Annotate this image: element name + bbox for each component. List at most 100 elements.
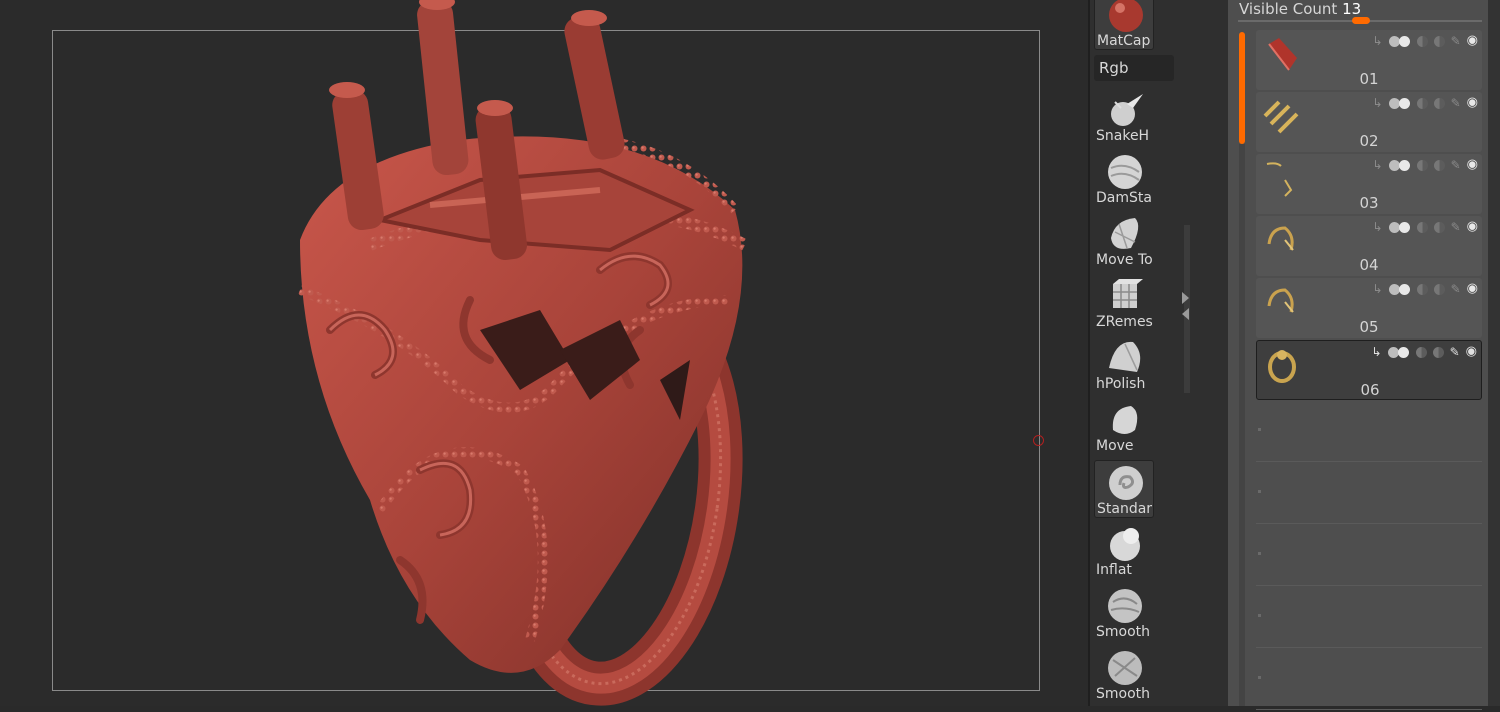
- polypaint-toggle-icon[interactable]: [1416, 35, 1428, 47]
- slot-marker: [1258, 552, 1261, 555]
- matcap-label: MatCap: [1097, 33, 1151, 49]
- subtool-name: 05: [1359, 318, 1379, 336]
- polypaint-toggle-icon[interactable]: [1416, 221, 1428, 233]
- subtool-row[interactable]: ↳ ✎ ◉ 01: [1256, 30, 1482, 90]
- color-mode-button[interactable]: Rgb: [1094, 55, 1174, 81]
- subtool-row-toggles: ↳ ✎ ◉: [1373, 156, 1478, 174]
- subtool-row-toggles: ↳ ✎ ◉: [1372, 343, 1477, 361]
- brush-paint-icon[interactable]: ✎: [1451, 282, 1461, 296]
- zremesher-guide-brush-icon: [1113, 279, 1143, 308]
- gold-ring-band-thumbnail: [1268, 350, 1296, 383]
- blend-mode-icon[interactable]: [1388, 97, 1411, 109]
- eye-visibility-icon[interactable]: ◉: [1467, 158, 1478, 172]
- subtool-row[interactable]: ↳ ✎ ◉ 06: [1256, 340, 1482, 400]
- hpolish-brush-icon: [1109, 341, 1141, 372]
- document-canvas[interactable]: [0, 0, 1088, 706]
- solo-toggle-icon[interactable]: [1433, 159, 1445, 171]
- blend-mode-icon[interactable]: [1388, 35, 1411, 47]
- visible-count-text: Visible Count: [1239, 0, 1338, 18]
- dam-standard-brush-icon: [1108, 155, 1142, 189]
- subtool-row[interactable]: ↳ ✎ ◉ 02: [1256, 92, 1482, 152]
- fold-arrow-icon[interactable]: ↳: [1373, 34, 1383, 48]
- slot-marker: [1258, 490, 1261, 493]
- ruby-gem-thumbnail: [1268, 38, 1297, 71]
- brush-button-standard[interactable]: Standar: [1094, 460, 1154, 518]
- smooth-stronger-brush-icon: [1108, 651, 1142, 685]
- gold-prongs-thumbnail: [1263, 100, 1299, 134]
- brush-button-hpolish[interactable]: hPolish: [1094, 336, 1154, 394]
- solo-toggle-icon[interactable]: [1433, 283, 1445, 295]
- gold-ring-filigree-thumbnail: [1267, 288, 1294, 313]
- visible-count-slider-knob[interactable]: [1352, 17, 1370, 24]
- subtool-name: 02: [1359, 132, 1379, 150]
- brush-button-snake-hook[interactable]: SnakeH: [1094, 88, 1154, 146]
- eye-visibility-icon[interactable]: ◉: [1467, 34, 1478, 48]
- subtool-row[interactable]: ↳ ✎ ◉ 05: [1256, 278, 1482, 338]
- slot-marker: [1258, 614, 1261, 617]
- solo-toggle-icon[interactable]: [1432, 346, 1444, 358]
- blend-mode-icon[interactable]: [1388, 221, 1411, 233]
- brush-paint-icon[interactable]: ✎: [1450, 345, 1460, 359]
- empty-subtool-slot: [1256, 588, 1482, 648]
- brush-button-smooth-stronger[interactable]: Smooth: [1094, 646, 1154, 704]
- brush-label: DamSta: [1096, 190, 1152, 206]
- brush-label: hPolish: [1096, 376, 1146, 392]
- brush-button-inflate[interactable]: Inflat: [1094, 522, 1154, 580]
- gold-wire-thumbnail: [1266, 162, 1293, 197]
- visible-count-label: Visible Count 13: [1239, 0, 1361, 18]
- brush-label: Standar: [1097, 501, 1153, 517]
- brush-paint-icon[interactable]: ✎: [1451, 34, 1461, 48]
- brush-paint-icon[interactable]: ✎: [1451, 220, 1461, 234]
- eye-visibility-icon[interactable]: ◉: [1466, 345, 1477, 359]
- gold-ring-filigree-thumbnail: [1267, 226, 1294, 251]
- subtool-row-toggles: ↳ ✎ ◉: [1373, 280, 1478, 298]
- eye-visibility-icon[interactable]: ◉: [1467, 96, 1478, 110]
- inflate-brush-icon: [1110, 528, 1140, 561]
- collapse-left-arrow-icon[interactable]: [1182, 308, 1189, 320]
- polypaint-toggle-icon[interactable]: [1416, 97, 1428, 109]
- brush-label: Smooth: [1096, 624, 1151, 640]
- subtool-row-toggles: ↳ ✎ ◉: [1373, 94, 1478, 112]
- polypaint-toggle-icon[interactable]: [1416, 283, 1428, 295]
- eye-visibility-icon[interactable]: ◉: [1467, 220, 1478, 234]
- polypaint-toggle-icon[interactable]: [1415, 346, 1427, 358]
- brush-button-smooth-valleys[interactable]: Smooth: [1094, 584, 1154, 642]
- brush-label: Move: [1096, 438, 1134, 454]
- empty-subtool-slot: [1256, 526, 1482, 586]
- subtool-name: 01: [1359, 70, 1379, 88]
- solo-toggle-icon[interactable]: [1433, 35, 1445, 47]
- eye-visibility-icon[interactable]: ◉: [1467, 282, 1478, 296]
- subtool-list-scroll-track[interactable]: [1239, 144, 1245, 706]
- brush-paint-icon[interactable]: ✎: [1451, 158, 1461, 172]
- move-topological-brush-icon: [1111, 218, 1139, 249]
- subtool-row[interactable]: ↳ ✎ ◉ 03: [1256, 154, 1482, 214]
- polypaint-toggle-icon[interactable]: [1416, 159, 1428, 171]
- fold-arrow-icon[interactable]: ↳: [1372, 345, 1382, 359]
- subtool-list-scroll-thumb[interactable]: [1239, 32, 1245, 144]
- subtool-row-toggles: ↳ ✎ ◉: [1373, 218, 1478, 236]
- subtool-row[interactable]: ↳ ✎ ◉ 04: [1256, 216, 1482, 276]
- subtool-panel: Visible Count 13 ↳ ✎ ◉ 01 ↳ ✎ ◉ 02 ↳ ✎ ◉ 03 ↳ ✎ ◉ 04 ↳ ✎ ◉…: [1228, 0, 1488, 710]
- fold-arrow-icon[interactable]: ↳: [1373, 282, 1383, 296]
- brush-paint-icon[interactable]: ✎: [1451, 96, 1461, 110]
- solo-toggle-icon[interactable]: [1433, 221, 1445, 233]
- matcap-material-button[interactable]: MatCap: [1094, 0, 1154, 50]
- fold-arrow-icon[interactable]: ↳: [1373, 96, 1383, 110]
- panel-edge: [1488, 0, 1500, 706]
- brush-button-move[interactable]: Move: [1094, 398, 1154, 456]
- blend-mode-icon[interactable]: [1388, 283, 1411, 295]
- fold-arrow-icon[interactable]: ↳: [1373, 220, 1383, 234]
- brush-button-dam-standard[interactable]: DamSta: [1094, 150, 1154, 208]
- empty-subtool-slot: [1256, 402, 1482, 462]
- brush-button-zremesher-guide[interactable]: ZRemes: [1094, 274, 1154, 332]
- blend-mode-icon[interactable]: [1388, 159, 1411, 171]
- snake-hook-brush-icon: [1111, 94, 1143, 126]
- blend-mode-icon[interactable]: [1387, 346, 1410, 358]
- collapse-right-arrow-icon[interactable]: [1182, 292, 1189, 304]
- subtool-list: ↳ ✎ ◉ 01 ↳ ✎ ◉ 02 ↳ ✎ ◉ 03 ↳ ✎ ◉ 04 ↳ ✎ ◉ 05 ↳ ✎ ◉ 06: [1256, 30, 1482, 712]
- fold-arrow-icon[interactable]: ↳: [1373, 158, 1383, 172]
- solo-toggle-icon[interactable]: [1433, 97, 1445, 109]
- transpose-pivot-marker[interactable]: [1033, 435, 1044, 446]
- brush-button-move-topological[interactable]: Move To: [1094, 212, 1154, 270]
- ring-model[interactable]: [0, 0, 1088, 706]
